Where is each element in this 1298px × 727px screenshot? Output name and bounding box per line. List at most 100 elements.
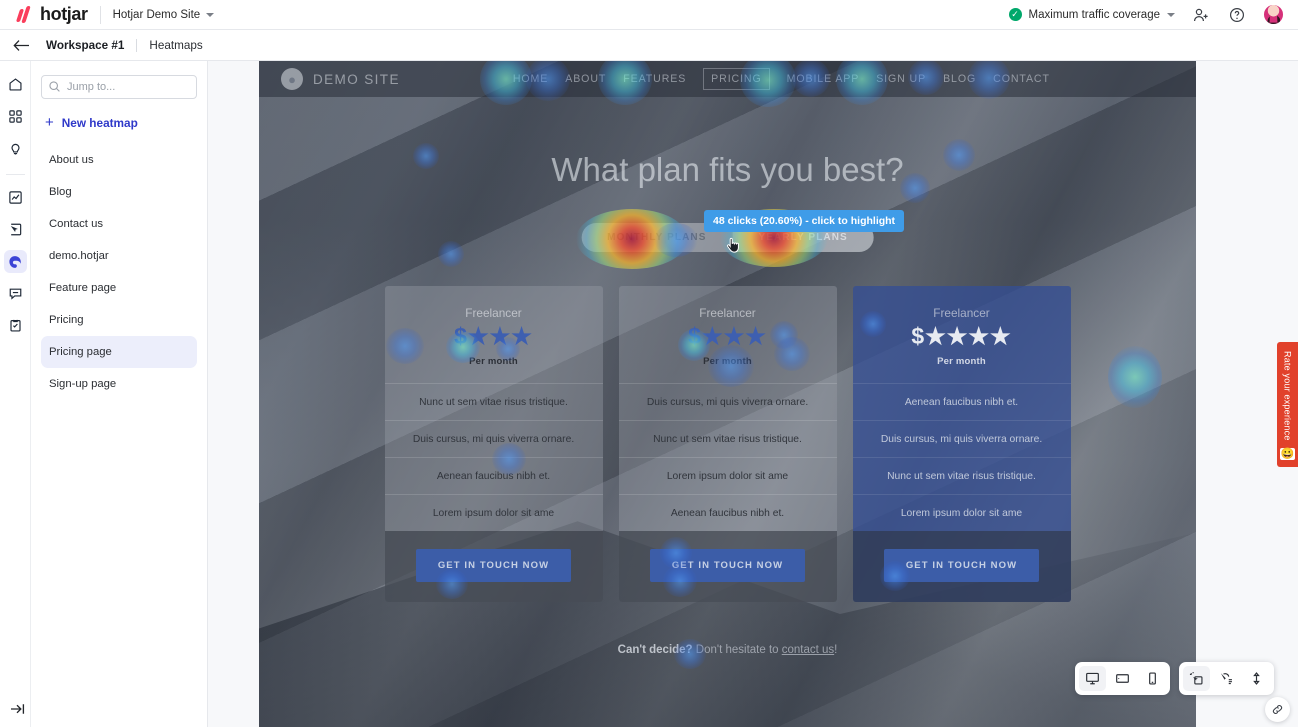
cant-decide-strong: Can't decide? bbox=[617, 644, 693, 656]
nav-link-pricing[interactable]: PRICING bbox=[703, 68, 770, 90]
heatmap-canvas[interactable]: ● DEMO SITE HOME ABOUT FEATURES PRICING … bbox=[208, 61, 1298, 727]
desktop-icon[interactable] bbox=[1079, 666, 1106, 691]
list-item[interactable]: Contact us bbox=[41, 208, 197, 240]
plan-period: Per month bbox=[937, 356, 986, 368]
sidebar-item-heatmaps[interactable] bbox=[3, 250, 27, 273]
sidebar-item-feedback[interactable] bbox=[4, 282, 27, 305]
site-navbar: ● DEMO SITE HOME ABOUT FEATURES PRICING … bbox=[259, 61, 1196, 97]
heatmap-list-panel: + New heatmap About us Blog Contact us d… bbox=[31, 61, 208, 727]
pricing-cards: Freelancer $★★★ Per month Nunc ut sem vi… bbox=[259, 286, 1196, 603]
traffic-coverage-selector[interactable]: ✓ Maximum traffic coverage bbox=[1008, 8, 1175, 21]
page-list: About us Blog Contact us demo.hotjar Fea… bbox=[41, 144, 197, 400]
plan-feature: Aenean faucibus nibh et. bbox=[618, 494, 837, 531]
heatmap-toolbar bbox=[1075, 662, 1274, 695]
get-in-touch-button[interactable]: GET IN TOUCH NOW bbox=[649, 549, 806, 583]
pricing-card-footer: GET IN TOUCH NOW bbox=[852, 531, 1071, 603]
nav-link-mobile-app[interactable]: MOBILE APP bbox=[787, 73, 860, 85]
sidebar-item-trends[interactable] bbox=[4, 186, 27, 209]
heatmap-tooltip: 48 clicks (20.60%) - click to highlight bbox=[704, 210, 905, 232]
list-item[interactable]: About us bbox=[41, 144, 197, 176]
plus-icon: + bbox=[45, 114, 54, 131]
device-toggle-group bbox=[1075, 662, 1170, 695]
nav-link-features[interactable]: FEATURES bbox=[623, 73, 686, 85]
list-item[interactable]: Feature page bbox=[41, 272, 197, 304]
list-item[interactable]: Blog bbox=[41, 176, 197, 208]
expand-sidebar-icon[interactable] bbox=[6, 697, 30, 721]
page-label: demo.hotjar bbox=[49, 250, 109, 262]
site-selector[interactable]: Hotjar Demo Site bbox=[113, 9, 215, 21]
page-label: About us bbox=[49, 154, 94, 166]
plan-period: Per month bbox=[703, 356, 752, 368]
page-label: Pricing bbox=[49, 314, 84, 326]
list-item[interactable]: Pricing bbox=[41, 304, 197, 336]
plan-price: $★★★ bbox=[454, 323, 533, 349]
nav-link-home[interactable]: HOME bbox=[513, 73, 548, 85]
page-label: Blog bbox=[49, 186, 72, 198]
site-nav-links: HOME ABOUT FEATURES PRICING MOBILE APP S… bbox=[513, 68, 1050, 90]
mobile-icon[interactable] bbox=[1139, 666, 1166, 691]
move-map-icon[interactable] bbox=[1213, 666, 1240, 691]
list-item[interactable]: demo.hotjar bbox=[41, 240, 197, 272]
app-body: + New heatmap About us Blog Contact us d… bbox=[0, 61, 1298, 727]
pricing-card-footer: GET IN TOUCH NOW bbox=[384, 531, 603, 603]
plan-feature: Nunc ut sem vitae risus tristique. bbox=[852, 457, 1071, 494]
rail-divider bbox=[5, 174, 25, 175]
sidebar-item-highlights[interactable] bbox=[4, 137, 27, 160]
nav-link-contact[interactable]: CONTACT bbox=[993, 73, 1050, 85]
list-item-active[interactable]: Pricing page bbox=[41, 336, 197, 368]
avatar[interactable] bbox=[1263, 4, 1284, 25]
nav-link-sign-up[interactable]: SIGN UP bbox=[876, 73, 926, 85]
plan-feature: Aenean faucibus nibh et. bbox=[384, 457, 603, 494]
breadcrumb-section[interactable]: Heatmaps bbox=[149, 39, 202, 52]
page-label: Pricing page bbox=[49, 346, 112, 358]
search-input[interactable] bbox=[41, 75, 197, 99]
get-in-touch-button[interactable]: GET IN TOUCH NOW bbox=[415, 549, 572, 583]
search-icon bbox=[48, 80, 61, 93]
cant-decide-text: Can't decide? Don't hesitate to contact … bbox=[259, 644, 1196, 656]
plan-name: Freelancer bbox=[933, 306, 990, 320]
breadcrumb-workspace[interactable]: Workspace #1 bbox=[46, 39, 124, 52]
chevron-down-icon bbox=[206, 12, 215, 17]
plan-feature: Lorem ipsum dolor sit ame bbox=[852, 494, 1071, 531]
sidebar-item-surveys[interactable] bbox=[4, 314, 27, 337]
nav-link-about[interactable]: ABOUT bbox=[565, 73, 606, 85]
pricing-card-header: Freelancer $★★★ Per month bbox=[619, 286, 837, 383]
page-label: Contact us bbox=[49, 218, 104, 230]
chain-link-icon[interactable] bbox=[1265, 697, 1290, 722]
rate-experience-widget[interactable]: Rate your experience 😀 bbox=[1277, 342, 1298, 467]
hotjar-logo[interactable]: hotjar bbox=[12, 4, 88, 25]
check-circle-icon: ✓ bbox=[1008, 8, 1022, 21]
plan-name: Freelancer bbox=[465, 306, 522, 320]
topbar-divider bbox=[99, 5, 101, 24]
pricing-card-header: Freelancer $★★★ Per month bbox=[385, 286, 603, 383]
person-add-icon[interactable] bbox=[1191, 5, 1211, 25]
hotjar-mark-icon bbox=[15, 5, 34, 24]
top-bar: hotjar Hotjar Demo Site ✓ Maximum traffi… bbox=[0, 0, 1298, 30]
new-heatmap-button[interactable]: + New heatmap bbox=[45, 115, 197, 130]
page-title: What plan fits you best? bbox=[551, 151, 904, 188]
new-heatmap-label: New heatmap bbox=[61, 115, 138, 130]
chevron-down-icon bbox=[1167, 12, 1175, 17]
sidebar-item-recordings[interactable] bbox=[4, 218, 27, 241]
site-selector-label: Hotjar Demo Site bbox=[112, 8, 201, 21]
nav-link-blog[interactable]: BLOG bbox=[943, 73, 976, 85]
tablet-icon[interactable] bbox=[1109, 666, 1136, 691]
list-item[interactable]: Sign-up page bbox=[41, 368, 197, 400]
get-in-touch-button[interactable]: GET IN TOUCH NOW bbox=[883, 549, 1040, 583]
cant-decide-body: Don't hesitate to bbox=[692, 644, 782, 656]
sidebar-item-dashboards[interactable] bbox=[4, 105, 27, 128]
scroll-map-icon[interactable] bbox=[1243, 666, 1270, 691]
pricing-card-footer: GET IN TOUCH NOW bbox=[618, 531, 837, 603]
plan-feature: Duis cursus, mi quis viverra ornare. bbox=[852, 420, 1071, 457]
sidebar-item-home[interactable] bbox=[4, 73, 27, 96]
contact-us-link[interactable]: contact us bbox=[782, 644, 834, 656]
click-map-icon[interactable] bbox=[1183, 666, 1210, 691]
icon-rail bbox=[0, 61, 31, 727]
rate-experience-label: Rate your experience bbox=[1282, 351, 1293, 441]
back-arrow-icon[interactable] bbox=[8, 32, 34, 58]
pricing-card-header: Freelancer $★★★★ Per month bbox=[853, 286, 1071, 383]
pointer-cursor-icon bbox=[726, 237, 740, 255]
plan-feature: Nunc ut sem vitae risus tristique. bbox=[384, 383, 603, 420]
question-mark-icon[interactable] bbox=[1227, 5, 1247, 25]
plan-feature: Lorem ipsum dolor sit ame bbox=[384, 494, 603, 531]
